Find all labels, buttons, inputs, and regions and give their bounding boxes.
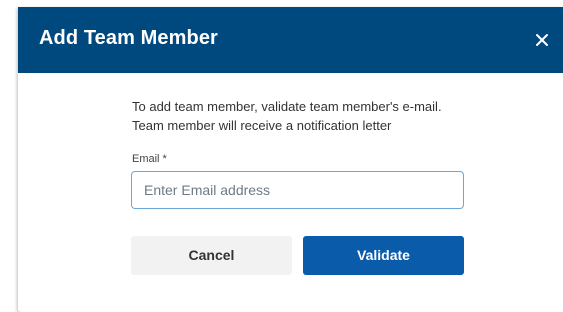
close-button[interactable] [529, 27, 555, 53]
add-team-member-dialog: Add Team Member To add team member, vali… [18, 7, 563, 312]
email-label: Email * [132, 153, 167, 165]
dialog-header: Add Team Member [18, 7, 563, 73]
email-input[interactable] [131, 171, 464, 209]
dialog-description: To add team member, validate team member… [132, 99, 442, 133]
validate-button[interactable]: Validate [303, 236, 464, 275]
dialog-title: Add Team Member [39, 27, 218, 49]
close-icon [536, 34, 548, 46]
cancel-button[interactable]: Cancel [131, 236, 292, 275]
